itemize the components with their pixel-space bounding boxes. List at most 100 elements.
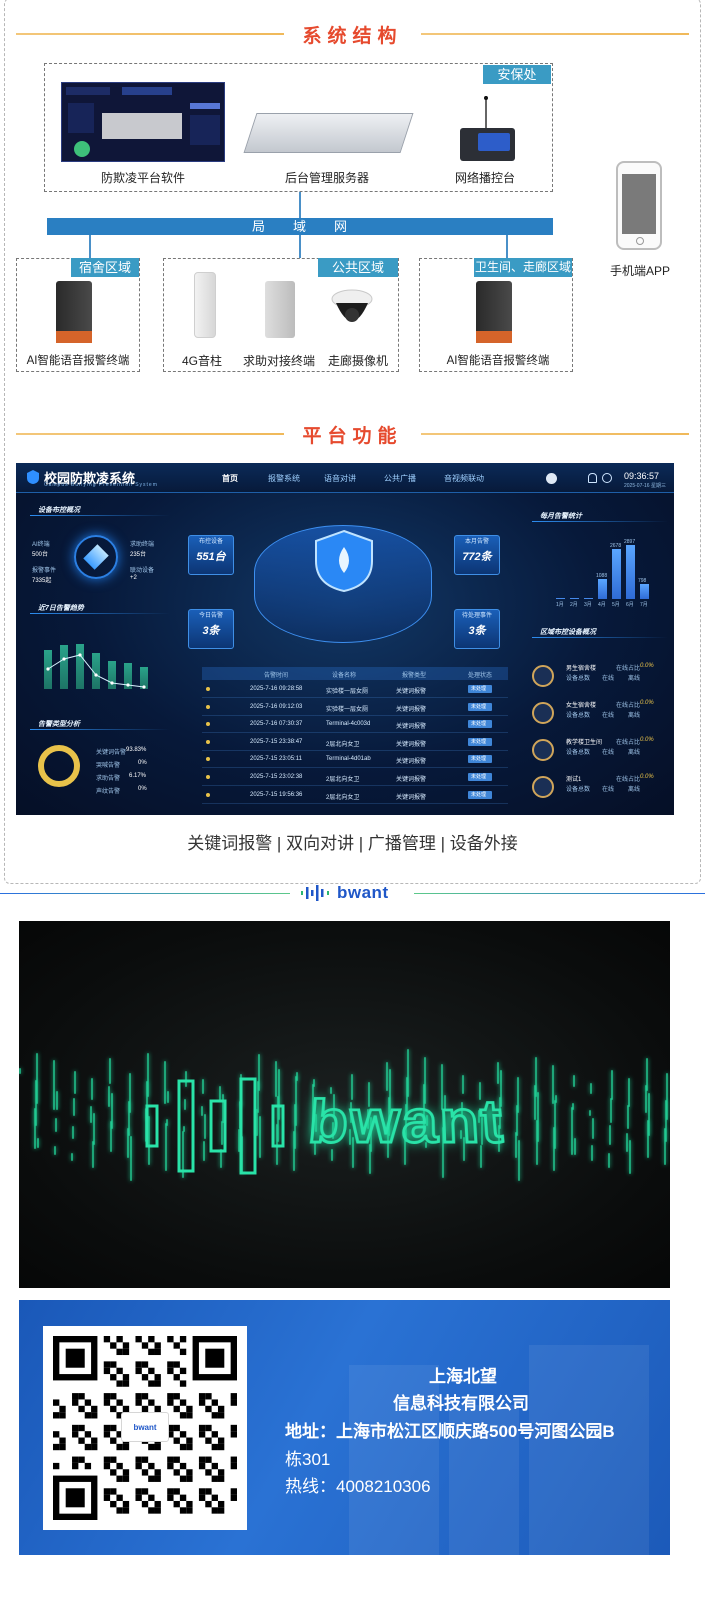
region-rate: 0.0% — [640, 663, 654, 669]
alarm-time: 2025-7-15 23:05:11 — [250, 756, 302, 763]
alarm-status-button[interactable]: 未处理 — [468, 737, 492, 746]
month-label: 5月 — [612, 602, 620, 608]
region-name: 测试1 — [566, 777, 582, 783]
alarm-device: 实验楼一层女厕 — [326, 689, 369, 695]
console-caption: 网络播控台 — [454, 171, 515, 185]
shield-icon — [315, 529, 373, 593]
restroom-terminal-image — [476, 281, 512, 343]
feature-list: 关键词报警 | 双向对讲 | 广播管理 | 设备外接 — [187, 834, 518, 853]
section-title: 系统结构 — [302, 26, 403, 47]
software-caption: 防欺凌平台软件 — [100, 171, 185, 185]
week-trend-point — [78, 653, 82, 657]
building-icon — [532, 702, 554, 724]
week-trend-point — [62, 657, 66, 661]
month-bar — [556, 598, 565, 599]
company-address-line2: 栋301 — [285, 1450, 331, 1469]
region-item[interactable]: 教学楼卫生间 在线占比 0.0% 设备总数 在线 离线 — [532, 737, 662, 767]
panel-title-region: 区域布控设备概况 — [540, 629, 596, 636]
week-trend-line — [46, 653, 146, 689]
region-item[interactable]: 女生宿舍楼 在线占比 0.0% 设备总数 在线 离线 — [532, 700, 662, 730]
contact-card: bwant 上海北望 信息科技有限公司 地址：上海市松江区顺庆路500号河图公园… — [19, 1300, 670, 1555]
week-trend-point — [110, 681, 114, 685]
month-label: 6月 — [626, 602, 634, 608]
alarm-time: 2025-7-15 23:02:38 — [250, 774, 303, 780]
alarm-type: 关键词报警 — [396, 724, 427, 731]
region-name: 男生宿舍楼 — [566, 666, 597, 672]
region-online-label: 在线占比 — [616, 703, 641, 709]
alarm-type: 关键词报警 — [396, 759, 427, 766]
week-trend-point — [46, 667, 50, 671]
alarm-row[interactable]: 2025-7-15 23:38:47 2层北向女卫 关键词报警 未处理 — [202, 734, 508, 751]
bwant-logo-icon — [301, 885, 329, 901]
alarm-status-button[interactable]: 未处理 — [468, 755, 492, 764]
company-name-line1: 上海北望 — [429, 1367, 497, 1386]
month-label: 2月 — [570, 602, 578, 608]
card-pending-events: 待处理事件 3条 — [454, 609, 500, 649]
week-trend-point — [142, 685, 146, 689]
public-area-tag: 公共区域 — [318, 258, 398, 277]
alarm-type: 关键词报警 — [396, 794, 427, 801]
alarm-row[interactable]: 2025-7-16 07:30:37 Terminal-4c003d 关键词报警 未处… — [202, 716, 508, 734]
alarm-row[interactable]: 2025-7-16 09:12:03 实验楼一层女厕 关键词报警 未处理 — [202, 699, 508, 716]
region-item[interactable]: 男生宿舍楼 在线占比 0.0% 设备总数 在线 离线 — [532, 663, 662, 693]
alarm-table-header: 告警时间 设备名称 报警类型 处理状态 — [202, 667, 508, 680]
company-address: 地址：上海市松江区顺庆路500号河图公园B — [285, 1417, 615, 1442]
qr-code[interactable]: bwant — [43, 1326, 247, 1530]
gear-icon[interactable] — [602, 473, 612, 483]
nav-intercom[interactable]: 语音对讲 — [324, 473, 356, 484]
dashboard-clock: 09:36:57 — [624, 471, 660, 481]
section-title: 平台功能 — [302, 426, 403, 447]
card-today-alarm: 今日告警 3条 — [188, 609, 234, 649]
help-terminal-caption: 求助对接终端 — [242, 354, 315, 368]
dorm-terminal-image — [56, 281, 92, 343]
card-deployed-devices: 布控设备 551台 — [188, 535, 234, 575]
alarm-device: Terminal-4d01ab — [326, 756, 371, 763]
nav-alarm[interactable]: 报警系统 — [268, 473, 300, 484]
region-rate: 0.0% — [640, 737, 654, 743]
month-label: 1月 — [556, 602, 564, 608]
alarm-status-button[interactable]: 未处理 — [468, 790, 492, 799]
region-rate: 0.0% — [640, 700, 654, 706]
nav-home[interactable]: 首页 — [222, 473, 238, 484]
card-month-alarm: 本月告警 772条 — [454, 535, 500, 575]
neon-brand-photo: bwant — [19, 921, 670, 1288]
camera-image — [331, 289, 373, 322]
alarm-status-button[interactable]: 未处理 — [468, 685, 492, 693]
alarm-status-button[interactable]: 未处理 — [468, 702, 492, 711]
software-screenshot — [61, 82, 225, 162]
alarm-device: 2层北向女卫 — [326, 794, 360, 801]
alarm-time: 2025-7-15 23:38:47 — [250, 738, 303, 745]
dorm-area-tag: 宿舍区域 — [71, 258, 139, 277]
alarm-time: 2025-7-16 07:30:37 — [250, 721, 303, 728]
bell-icon[interactable] — [588, 473, 597, 483]
region-item[interactable]: 测试1 在线占比 0.0% 设备总数 在线 离线 — [532, 774, 662, 804]
month-bar — [640, 584, 649, 599]
nav-broadcast[interactable]: 公共广播 — [384, 473, 416, 484]
console-image — [460, 128, 515, 161]
panel-title-type-analysis: 告警类型分析 — [38, 721, 80, 728]
nav-av-linkage[interactable]: 音视频联动 — [444, 473, 484, 484]
type-donut — [38, 745, 80, 787]
region-name: 女生宿舍楼 — [566, 703, 597, 709]
alarm-type: 关键词报警 — [396, 706, 427, 713]
user-avatar-icon[interactable] — [546, 473, 557, 484]
company-name-line2: 信息科技有限公司 — [393, 1394, 529, 1413]
alarm-row[interactable]: 2025-7-16 09:28:58 实验楼一层女厕 关键词报警 未处理 — [202, 681, 508, 698]
alarm-status-button[interactable]: 未处理 — [468, 720, 492, 729]
alarm-status-button[interactable]: 未处理 — [468, 773, 492, 781]
month-value: 798 — [638, 578, 647, 584]
qr-logo: bwant — [121, 1412, 169, 1442]
month-bar — [626, 545, 635, 599]
alarm-row[interactable]: 2025-7-15 23:05:11 Terminal-4d01ab 关键词报警 未处… — [202, 751, 508, 769]
alarm-row[interactable]: 2025-7-15 23:02:38 2层北向女卫 关键词报警 未处理 — [202, 769, 508, 786]
security-office-tag: 安保处 — [483, 65, 551, 84]
diamond-gauge — [74, 535, 118, 579]
bwant-logo: bwant — [297, 881, 407, 905]
section-header-system: 系统结构 — [16, 21, 689, 57]
software-screen-image — [66, 87, 220, 157]
alarm-time: 2025-7-15 19:56:36 — [250, 791, 303, 798]
week-trend-point — [94, 673, 98, 677]
alarm-row[interactable]: 2025-7-15 19:56:36 2层北向女卫 关键词报警 未处理 — [202, 787, 508, 804]
sound-column-caption: 4G音柱 — [181, 354, 222, 368]
alarm-type: 关键词报警 — [396, 777, 427, 783]
